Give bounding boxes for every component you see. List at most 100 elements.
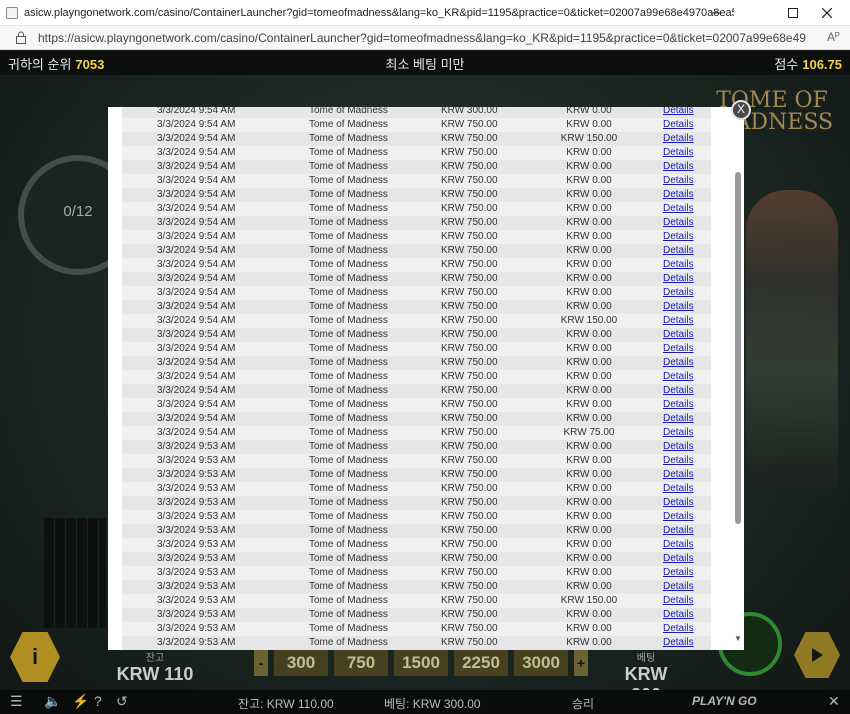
score-value: 106.75 xyxy=(802,56,842,72)
bet-cell: KRW 750.00 xyxy=(441,385,498,396)
maximize-icon xyxy=(788,8,798,18)
win-cell: KRW 0.00 xyxy=(566,441,612,452)
details-link[interactable]: Details xyxy=(649,230,711,244)
win-cell: KRW 0.00 xyxy=(566,301,612,312)
bet-cell: KRW 750.00 xyxy=(441,357,498,368)
details-link[interactable]: Details xyxy=(649,384,711,398)
game-cell: Tome of Madness xyxy=(309,107,388,116)
date-cell: 3/3/2024 9:54 AM xyxy=(157,133,236,144)
details-link[interactable]: Details xyxy=(649,566,711,580)
scroll-down-arrow-icon[interactable]: ▼ xyxy=(733,634,743,644)
details-link[interactable]: Details xyxy=(649,482,711,496)
table-row: 3/3/2024 9:53 AM Tome of Madness KRW 750.0… xyxy=(122,496,711,510)
win-cell: KRW 0.00 xyxy=(566,469,612,480)
details-link[interactable]: Details xyxy=(649,356,711,370)
details-link[interactable]: Details xyxy=(649,146,711,160)
details-link[interactable]: Details xyxy=(649,370,711,384)
win-cell: KRW 0.00 xyxy=(566,189,612,200)
window-title: asicw.playngonetwork.com/casino/Containe… xyxy=(24,6,734,19)
win-cell: KRW 0.00 xyxy=(566,343,612,354)
game-cell: Tome of Madness xyxy=(309,231,388,242)
details-link[interactable]: Details xyxy=(649,412,711,426)
details-link[interactable]: Details xyxy=(649,496,711,510)
score-label: 점수 xyxy=(774,56,799,72)
table-row: 3/3/2024 9:54 AM Tome of Madness KRW 750.0… xyxy=(122,384,711,398)
details-link[interactable]: Details xyxy=(649,524,711,538)
details-link[interactable]: Details xyxy=(649,244,711,258)
win-cell: KRW 0.00 xyxy=(566,553,612,564)
details-link[interactable]: Details xyxy=(649,328,711,342)
details-link[interactable]: Details xyxy=(649,538,711,552)
table-row: 3/3/2024 9:54 AM Tome of Madness KRW 750.0… xyxy=(122,300,711,314)
bet-cell: KRW 750.00 xyxy=(441,581,498,592)
reader-mode-icon[interactable]: Aᴾ xyxy=(827,30,840,44)
win-cell: KRW 0.00 xyxy=(566,399,612,410)
details-link[interactable]: Details xyxy=(649,510,711,524)
date-cell: 3/3/2024 9:54 AM xyxy=(157,231,236,242)
table-row: 3/3/2024 9:54 AM Tome of Madness KRW 750.0… xyxy=(122,272,711,286)
details-link[interactable]: Details xyxy=(649,636,711,650)
details-link[interactable]: Details xyxy=(649,594,711,608)
details-link[interactable]: Details xyxy=(649,188,711,202)
details-link[interactable]: Details xyxy=(649,398,711,412)
win-cell: KRW 0.00 xyxy=(566,525,612,536)
details-link[interactable]: Details xyxy=(649,580,711,594)
date-cell: 3/3/2024 9:53 AM xyxy=(157,581,236,592)
details-link[interactable]: Details xyxy=(649,300,711,314)
url-text[interactable]: https://asicw.playngonetwork.com/casino/… xyxy=(38,31,806,45)
win-cell: KRW 0.00 xyxy=(566,107,612,116)
table-row: 3/3/2024 9:54 AM Tome of Madness KRW 300.0… xyxy=(122,107,711,118)
date-cell: 3/3/2024 9:53 AM xyxy=(157,469,236,480)
bet-cell: KRW 300.00 xyxy=(441,107,498,116)
win-cell: KRW 0.00 xyxy=(566,385,612,396)
details-link[interactable]: Details xyxy=(649,286,711,300)
details-link[interactable]: Details xyxy=(649,258,711,272)
game-cell: Tome of Madness xyxy=(309,455,388,466)
details-link[interactable]: Details xyxy=(649,552,711,566)
details-link[interactable]: Details xyxy=(649,202,711,216)
details-link[interactable]: Details xyxy=(649,118,711,132)
history-table: 3/3/2024 9:54 AM Tome of Madness KRW 300.0… xyxy=(122,107,711,650)
bet-cell: KRW 750.00 xyxy=(441,609,498,620)
close-modal-button[interactable]: X xyxy=(731,100,751,120)
details-link[interactable]: Details xyxy=(649,454,711,468)
date-cell: 3/3/2024 9:54 AM xyxy=(157,399,236,410)
details-link[interactable]: Details xyxy=(649,426,711,440)
details-link[interactable]: Details xyxy=(649,622,711,636)
rank-display: 귀하의 순위 7053 xyxy=(8,54,104,73)
details-link[interactable]: Details xyxy=(649,468,711,482)
game-cell: Tome of Madness xyxy=(309,497,388,508)
details-link[interactable]: Details xyxy=(649,160,711,174)
table-row: 3/3/2024 9:54 AM Tome of Madness KRW 750.0… xyxy=(122,202,711,216)
date-cell: 3/3/2024 9:54 AM xyxy=(157,413,236,424)
date-cell: 3/3/2024 9:53 AM xyxy=(157,595,236,606)
table-row: 3/3/2024 9:53 AM Tome of Madness KRW 750.0… xyxy=(122,608,711,622)
bet-cell: KRW 750.00 xyxy=(441,553,498,564)
date-cell: 3/3/2024 9:54 AM xyxy=(157,287,236,298)
address-bar[interactable]: https://asicw.playngonetwork.com/casino/… xyxy=(0,26,850,50)
date-cell: 3/3/2024 9:54 AM xyxy=(157,273,236,284)
scrollbar-thumb[interactable] xyxy=(735,172,741,524)
close-window-button[interactable] xyxy=(804,0,850,26)
details-link[interactable]: Details xyxy=(649,132,711,146)
lock-icon[interactable] xyxy=(14,31,28,45)
details-link[interactable]: Details xyxy=(649,107,711,118)
minimize-button[interactable] xyxy=(694,0,740,26)
date-cell: 3/3/2024 9:53 AM xyxy=(157,525,236,536)
win-cell: KRW 0.00 xyxy=(566,511,612,522)
details-link[interactable]: Details xyxy=(649,174,711,188)
details-link[interactable]: Details xyxy=(649,216,711,230)
details-link[interactable]: Details xyxy=(649,440,711,454)
details-link[interactable]: Details xyxy=(649,342,711,356)
date-cell: 3/3/2024 9:54 AM xyxy=(157,119,236,130)
bet-cell: KRW 750.00 xyxy=(441,315,498,326)
win-cell: KRW 0.00 xyxy=(566,259,612,270)
win-cell: KRW 0.00 xyxy=(566,357,612,368)
date-cell: 3/3/2024 9:54 AM xyxy=(157,245,236,256)
bet-cell: KRW 750.00 xyxy=(441,427,498,438)
details-link[interactable]: Details xyxy=(649,608,711,622)
details-link[interactable]: Details xyxy=(649,272,711,286)
details-link[interactable]: Details xyxy=(649,314,711,328)
game-cell: Tome of Madness xyxy=(309,343,388,354)
table-row: 3/3/2024 9:53 AM Tome of Madness KRW 750.0… xyxy=(122,468,711,482)
